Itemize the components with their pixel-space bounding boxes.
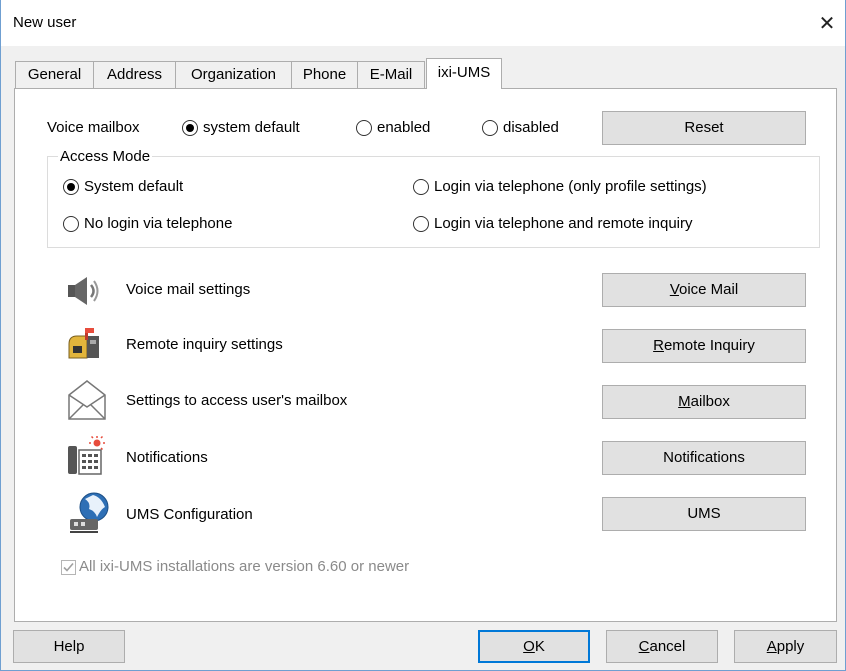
globe-network-icon: [70, 492, 109, 533]
remote-inquiry-icon: [68, 328, 99, 359]
access-login-profile-label[interactable]: Login via telephone (only profile settin…: [434, 178, 707, 195]
reset-button[interactable]: Reset: [602, 111, 806, 145]
access-system-default-label[interactable]: System default: [84, 178, 183, 195]
version-checkbox-label: All ixi-UMS installations are version 6.…: [79, 558, 410, 575]
tab-general[interactable]: General: [15, 61, 93, 88]
remote-inquiry-button-mnemonic: R: [653, 337, 664, 354]
envelope-icon: [68, 380, 106, 420]
window-title: New user: [13, 14, 77, 31]
access-login-remote-radio[interactable]: [413, 216, 429, 232]
notifications-label: Notifications: [126, 449, 208, 466]
speaker-icon: [68, 277, 99, 305]
tab-address[interactable]: Address: [93, 61, 175, 88]
access-login-profile-radio[interactable]: [413, 179, 429, 195]
ok-button[interactable]: OK: [478, 630, 590, 663]
access-no-login-label[interactable]: No login via telephone: [84, 215, 232, 232]
radio-selected-dot: [186, 124, 194, 132]
help-button[interactable]: Help: [13, 630, 125, 663]
voice-mailbox-enabled-radio[interactable]: [356, 120, 372, 136]
tab-email[interactable]: E-Mail: [357, 61, 425, 88]
access-mode-group: [47, 156, 820, 248]
voice-mailbox-enabled-label[interactable]: enabled: [377, 119, 430, 136]
close-icon: ✕: [818, 11, 836, 35]
remote-inquiry-button[interactable]: Remote Inquiry: [602, 329, 806, 363]
ums-button[interactable]: UMS: [602, 497, 806, 531]
voice-mail-button[interactable]: Voice Mail: [602, 273, 806, 307]
remote-inquiry-settings-label: Remote inquiry settings: [126, 336, 283, 353]
access-login-remote-label[interactable]: Login via telephone and remote inquiry: [434, 215, 693, 232]
voice-mailbox-system-default-radio[interactable]: [182, 120, 198, 136]
access-system-default-radio[interactable]: [63, 179, 79, 195]
voice-mail-button-mnemonic: V: [669, 281, 679, 298]
tab-ixi-ums[interactable]: ixi-UMS: [426, 58, 502, 89]
ok-button-mnemonic: O: [523, 638, 535, 655]
mailbox-button-label: ailbox: [690, 393, 730, 410]
apply-button[interactable]: Apply: [734, 630, 837, 663]
apply-button-label: pply: [776, 638, 805, 655]
cancel-button-mnemonic: C: [638, 638, 650, 655]
cancel-button[interactable]: Cancel: [606, 630, 718, 663]
mailbox-button[interactable]: Mailbox: [602, 385, 806, 419]
tab-panel-ixi-ums: Voice mailbox system default enabled dis…: [14, 88, 837, 622]
voice-mailbox-disabled-radio[interactable]: [482, 120, 498, 136]
ums-configuration-label: UMS Configuration: [126, 506, 253, 523]
voice-mailbox-label: Voice mailbox: [47, 119, 140, 136]
notifications-button-label: Notifications: [663, 449, 745, 466]
notifications-button[interactable]: Notifications: [602, 441, 806, 475]
remote-inquiry-button-label: emote Inquiry: [663, 337, 755, 354]
title-bar[interactable]: New user ✕: [1, 0, 845, 46]
voice-mail-button-label: oice Mail: [679, 281, 739, 298]
mailbox-button-mnemonic: M: [678, 393, 691, 410]
voice-mail-settings-label: Voice mail settings: [126, 281, 251, 298]
dialog-window: New user ✕ General Address Organization …: [0, 0, 846, 671]
version-checkbox[interactable]: [61, 560, 76, 575]
notifications-phone-icon: [68, 436, 105, 475]
mailbox-settings-label: Settings to access user's mailbox: [126, 392, 348, 409]
ums-button-label: UMS: [687, 505, 721, 522]
radio-selected-dot: [67, 183, 75, 191]
voice-mailbox-disabled-label[interactable]: disabled: [503, 119, 559, 136]
tab-phone[interactable]: Phone: [291, 61, 357, 88]
checkmark-icon: [63, 562, 74, 572]
ok-button-label: K: [534, 638, 545, 655]
cancel-button-label: ancel: [649, 638, 686, 655]
access-no-login-radio[interactable]: [63, 216, 79, 232]
apply-button-mnemonic: A: [766, 638, 777, 655]
close-button[interactable]: ✕: [811, 6, 843, 40]
tab-organization[interactable]: Organization: [175, 61, 291, 88]
access-mode-group-label: Access Mode: [58, 148, 153, 165]
voice-mailbox-system-default-label[interactable]: system default: [203, 119, 300, 136]
